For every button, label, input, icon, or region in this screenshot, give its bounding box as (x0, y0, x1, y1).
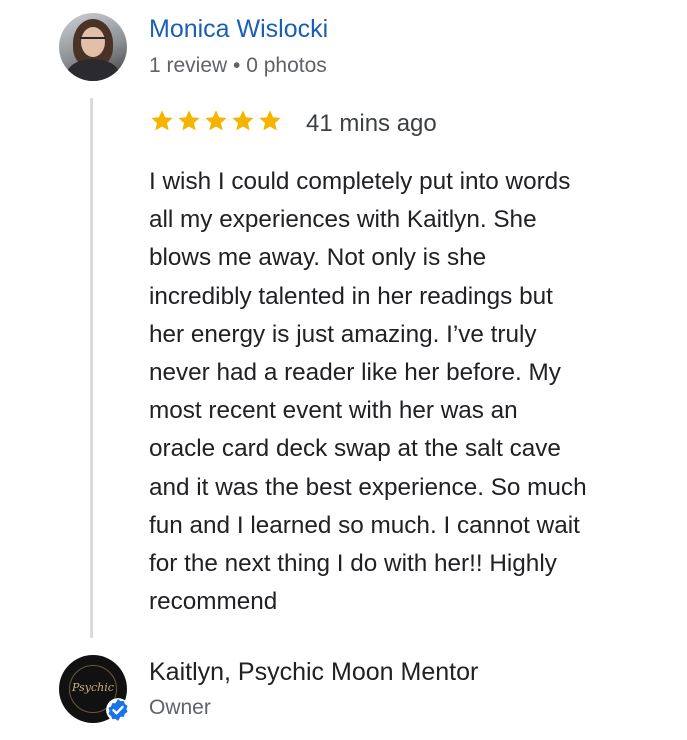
review-text-line: for the next thing I do with her!! Highl… (149, 550, 557, 578)
review-text: I wish I could completely put into words… (149, 163, 659, 621)
avatar-glasses (80, 37, 106, 46)
review-time: 41 mins ago (306, 110, 437, 137)
owner-logo-text: Psychic (72, 681, 114, 694)
reviewer-name-link[interactable]: Monica Wislocki (149, 15, 328, 44)
reviewer-meta: 1 review • 0 photos (149, 54, 327, 77)
star-icon (151, 110, 173, 131)
review-text-line: never had a reader like her before. My (149, 359, 561, 387)
star-icon (178, 110, 200, 131)
review-text-line: most recent event with her was an (149, 397, 518, 425)
star-rating (149, 108, 283, 134)
thread-line (90, 98, 93, 638)
star-icon (259, 110, 281, 131)
verified-badge-icon (106, 698, 130, 722)
reviewer-avatar[interactable] (59, 13, 127, 81)
owner-name: Kaitlyn, Psychic Moon Mentor (149, 658, 479, 686)
review-text-line: and it was the best experience. So much (149, 473, 587, 501)
review-text-line: her energy is just amazing. I’ve truly (149, 320, 537, 348)
owner-role: Owner (149, 696, 211, 719)
review-text-line: incredibly talented in her readings but (149, 282, 553, 310)
star-icon (232, 110, 254, 131)
star-icon (205, 110, 227, 131)
review-text-line: oracle card deck swap at the salt cave (149, 435, 561, 463)
review-text-line: fun and I learned so much. I cannot wait (149, 511, 580, 539)
review-text-line: recommend (149, 588, 278, 616)
review-text-line: blows me away. Not only is she (149, 244, 487, 272)
avatar-shirt (67, 59, 119, 81)
review-text-line: all my experiences with Kaitlyn. She (149, 206, 537, 234)
review-text-line: I wish I could completely put into words (149, 168, 571, 195)
